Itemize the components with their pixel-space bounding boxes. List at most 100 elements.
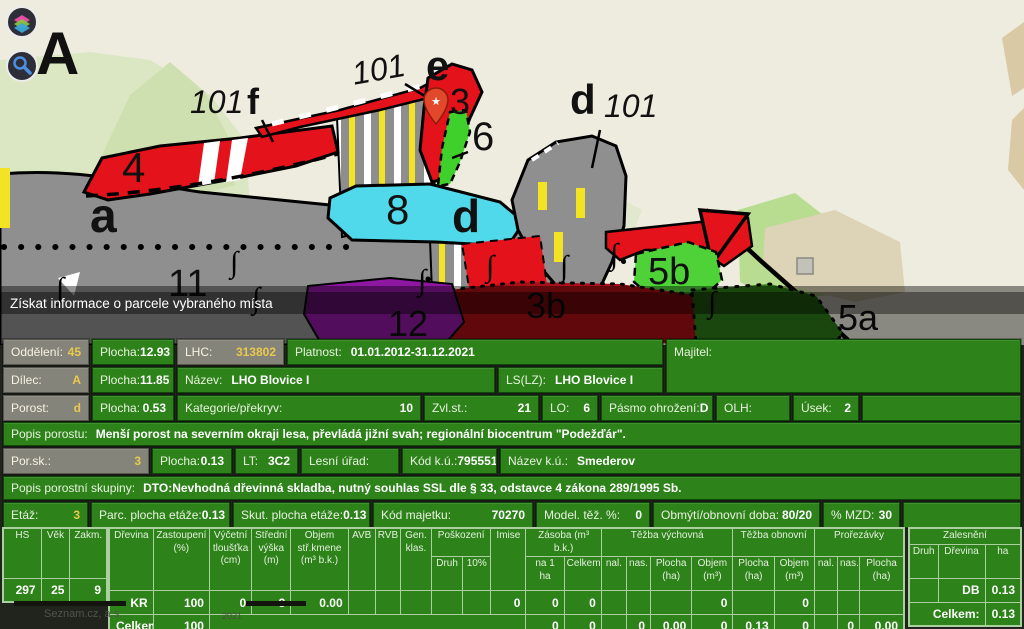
col-tv-objem: Objem (m³): [692, 557, 733, 591]
col-zastoupeni: Zastoupení (%): [153, 528, 209, 591]
field-plocha-porsk: Plocha: 0.13: [152, 448, 232, 474]
label-d-mid: d: [452, 190, 480, 242]
label-3: 3: [450, 81, 470, 122]
col-rvb: RVB: [375, 528, 400, 591]
table-total-row: Celkem: 0.13: [909, 602, 1021, 626]
col-posk-druh: Druh: [432, 557, 463, 591]
field-lo: LO: 6: [542, 395, 598, 421]
col-stredni: Střední výška (m): [252, 528, 291, 591]
field-oddeleni: Oddělení: 45: [3, 339, 89, 365]
field-popis-porostu: Popis porostu: Menší porost na severním …: [3, 422, 1021, 446]
group-tezba-vychovna: Těžba výchovná: [601, 528, 733, 557]
svg-text:★: ★: [431, 96, 441, 108]
app-root: ∫ ∫ ∫ ∫ ∫ ∫ ∫ ∫ 101 f 101 e 3 6 8 d d 10…: [0, 0, 1024, 629]
field-plocha-oddeleni: Plocha: 12.93: [92, 339, 174, 365]
field-parc-plocha: Parc. plocha etáže: 0.13: [91, 502, 230, 528]
col-to-objem: Objem (m³): [774, 557, 814, 591]
field-platnost: Platnost: 01.01.2012-31.12.2021: [287, 339, 663, 365]
table-row: 297 25 9: [3, 578, 107, 602]
label-6: 6: [472, 115, 494, 159]
group-zasoba: Zásoba (m³ b.k.): [526, 528, 601, 557]
field-lt: LT: 3C2: [235, 448, 298, 474]
field-skut-plocha: Skut. plocha etáže: 0.13: [233, 502, 370, 528]
label-101f-number: 101: [190, 84, 243, 120]
label-a: a: [90, 190, 117, 243]
map-attribution-year: 2021: [222, 611, 242, 621]
group-poskozeni: Poškození: [432, 528, 491, 557]
field-pasmo: Pásmo ohrožení: D: [601, 395, 713, 421]
field-popis-skupiny: Popis porostní skupiny: DTO:Nevhodná dře…: [3, 476, 1021, 500]
scale-bar-2: [246, 601, 306, 606]
field-mzd: % MZD: 30: [823, 502, 900, 528]
field-porost: Porost: d: [3, 395, 89, 421]
map-label-dilec-a: A: [36, 20, 79, 87]
group-prorezavky: Prořezávky: [814, 528, 904, 557]
label-4: 4: [122, 144, 145, 191]
table-row: DB 0.13: [909, 578, 1021, 602]
zalesneni-table: Zalesnění Druh Dřevina ha DB 0.13 Celkem…: [908, 527, 1022, 627]
col-posk-10: 10%: [463, 557, 491, 591]
col-pr-nas: nas.: [838, 557, 860, 591]
field-porsk: Por.sk.: 3: [3, 448, 149, 474]
col-to-plocha: Plocha (ha): [733, 557, 774, 591]
field-etaz: Etáž: 3: [3, 502, 88, 528]
field-lslz: LS(LZ): LHO Blovice I: [498, 367, 663, 393]
field-zvlst: Zvl.st.: 21: [424, 395, 539, 421]
label-101f-letter: f: [247, 81, 260, 122]
field-obmyti: Obmýtí/obnovní doba: 80/20: [653, 502, 820, 528]
map-canvas[interactable]: ∫ ∫ ∫ ∫ ∫ ∫ ∫ ∫ 101 f 101 e 3 6 8 d d 10…: [0, 0, 1024, 345]
svg-text:∫: ∫: [558, 250, 570, 285]
col-vek: Věk: [41, 528, 70, 578]
col-tv-plocha: Plocha (ha): [651, 557, 692, 591]
total-merged-cell: [209, 615, 526, 629]
field-usek: Úsek: 2: [793, 395, 859, 421]
col-objem-kmene: Objem stř.kmene (m³ b.k.): [291, 528, 348, 591]
label-8: 8: [386, 186, 409, 233]
field-kod-ku: Kód k.ú.: 795551: [402, 448, 497, 474]
col-zal-druh: Druh: [909, 544, 938, 578]
col-gen-klas: Gen. klas.: [400, 528, 431, 591]
col-hs: HS: [3, 528, 41, 578]
group-zalesneni: Zalesnění: [909, 528, 1021, 544]
field-kategorie: Kategorie/překryv: 10: [177, 395, 421, 421]
building-square: [797, 258, 813, 274]
field-lhc: LHC: 313802: [177, 339, 284, 365]
col-zal-drevina: Dřevina: [938, 544, 985, 578]
group-tezba-obnovni: Těžba obnovní: [733, 528, 814, 557]
svg-text:∫: ∫: [484, 250, 496, 285]
stand-summary-table: HS Věk Zakm. 297 25 9: [2, 527, 108, 603]
field-model-tez: Model. těž. %: 0: [536, 502, 650, 528]
svg-text:∫: ∫: [608, 238, 620, 273]
field-plocha-dilec: Plocha: 11.85: [92, 367, 174, 393]
map-attribution: Seznam.cz, a.s.: [44, 608, 122, 620]
col-vycetni: Výčetní tloušťka (cm): [209, 528, 251, 591]
col-pr-nal: nal.: [814, 557, 837, 591]
col-pr-plocha: Plocha (ha): [860, 557, 904, 591]
tooltip-text: Získat informace o parcele vybraného mís…: [10, 296, 273, 311]
col-tv-nal: nal.: [601, 557, 626, 591]
zal-total-label: Celkem:: [909, 602, 985, 626]
field-plocha-porost: Plocha: 0.53: [92, 395, 174, 421]
field-nazev-ku: Název k.ú.: Smederov: [500, 448, 1021, 474]
svg-text:∫: ∫: [228, 246, 240, 281]
stripe-left-edge: [0, 168, 10, 228]
col-avb: AVB: [348, 528, 375, 591]
col-na1ha: na 1 ha: [526, 557, 564, 591]
scale-bar-1: [14, 601, 126, 606]
layers-button[interactable]: [7, 7, 37, 37]
search-button[interactable]: [7, 51, 37, 81]
label-d101-number: 101: [604, 88, 657, 124]
col-imise: Imise: [491, 528, 526, 591]
field-row7-spacer: [903, 502, 1021, 528]
col-zal-ha: ha: [985, 544, 1021, 578]
d101-yellow-dash-2: [576, 188, 585, 218]
field-row3-spacer: [862, 395, 1021, 421]
col-tv-nas: nas.: [626, 557, 650, 591]
label-101e-letter: e: [426, 42, 449, 89]
field-nazev: Název: LHO Blovice I: [177, 367, 495, 393]
d101-yellow-dash-1: [538, 182, 547, 210]
field-dilec: Dílec: A: [3, 367, 89, 393]
field-lesni-urad: Lesní úřad:: [301, 448, 399, 474]
label-d101-letter: d: [570, 76, 596, 123]
col-zasoba-celkem: Celkem: [564, 557, 601, 591]
